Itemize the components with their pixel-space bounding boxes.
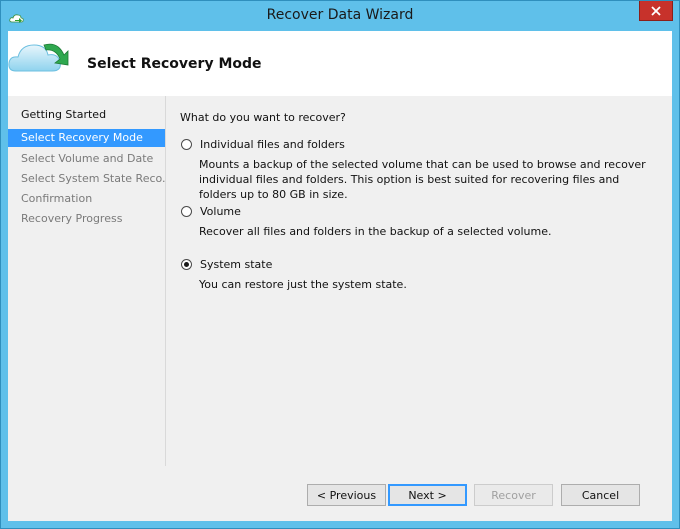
option-label: System state bbox=[200, 258, 273, 271]
recover-button[interactable]: Recover bbox=[474, 484, 553, 506]
wizard-window: Recover Data Wizard Select Recovery Mode… bbox=[0, 0, 680, 529]
page-title: Select Recovery Mode bbox=[87, 56, 262, 72]
option-label: Volume bbox=[200, 205, 241, 218]
button-bar: < Previous Next > Recover Cancel bbox=[8, 466, 672, 521]
nav-item-recovery-progress[interactable]: Recovery Progress bbox=[8, 210, 165, 228]
radio-system-state[interactable] bbox=[181, 259, 192, 270]
close-button[interactable] bbox=[639, 1, 673, 21]
radio-individual-files[interactable] bbox=[181, 139, 192, 150]
cancel-button[interactable]: Cancel bbox=[561, 484, 640, 506]
next-button[interactable]: Next > bbox=[388, 484, 467, 506]
option-description: Mounts a backup of the selected volume t… bbox=[199, 158, 646, 201]
wizard-body: Getting Started Select Recovery Mode Sel… bbox=[8, 96, 672, 521]
close-icon bbox=[651, 5, 661, 16]
option-individual-files[interactable]: Individual files and folders bbox=[181, 138, 345, 151]
nav-item-getting-started[interactable]: Getting Started bbox=[8, 106, 165, 124]
nav-item-confirmation[interactable]: Confirmation bbox=[8, 190, 165, 208]
option-description: You can restore just the system state. bbox=[199, 278, 407, 291]
question-label: What do you want to recover? bbox=[180, 111, 346, 124]
nav-item-select-volume-and-date[interactable]: Select Volume and Date bbox=[8, 150, 165, 168]
nav-item-select-recovery-mode[interactable]: Select Recovery Mode bbox=[8, 129, 165, 147]
option-label: Individual files and folders bbox=[200, 138, 345, 151]
option-system-state[interactable]: System state bbox=[181, 258, 272, 271]
radio-volume[interactable] bbox=[181, 206, 192, 217]
cloud-recovery-icon bbox=[8, 37, 74, 77]
main-panel: What do you want to recover? Individual … bbox=[166, 96, 672, 466]
title-bar[interactable]: Recover Data Wizard bbox=[1, 1, 679, 31]
option-description: Recover all files and folders in the bac… bbox=[199, 225, 552, 238]
option-volume[interactable]: Volume bbox=[181, 205, 241, 218]
wizard-steps-nav: Getting Started Select Recovery Mode Sel… bbox=[8, 96, 165, 466]
window-title: Recover Data Wizard bbox=[266, 7, 414, 23]
wizard-header: Select Recovery Mode bbox=[8, 31, 672, 96]
previous-button[interactable]: < Previous bbox=[307, 484, 386, 506]
nav-item-select-system-state[interactable]: Select System State Reco... bbox=[8, 170, 165, 188]
